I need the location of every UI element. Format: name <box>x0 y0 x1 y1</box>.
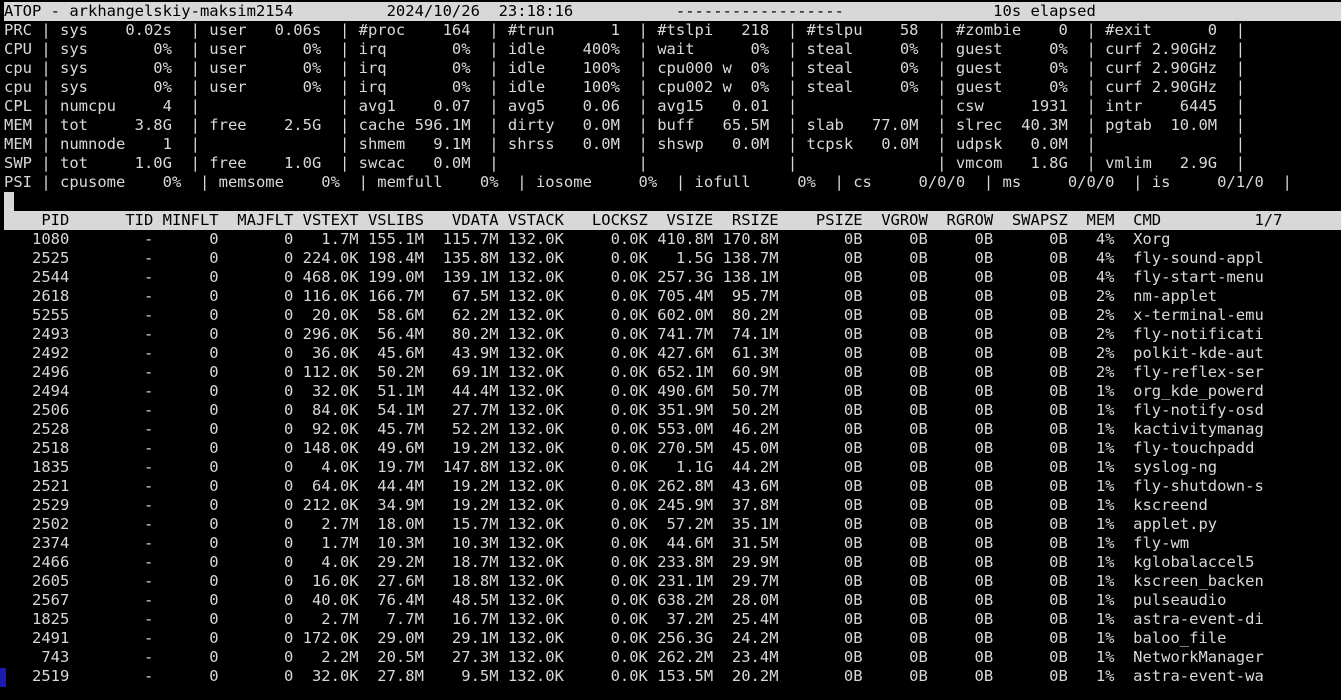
process-row[interactable]: 2493 - 0 0 296.0K 56.4M 80.2M 132.0K 0.0… <box>4 325 1341 344</box>
process-row[interactable]: 1835 - 0 0 4.0K 19.7M 147.8M 132.0K 0.0K… <box>4 458 1341 477</box>
process-row[interactable]: 2528 - 0 0 92.0K 45.7M 52.2M 132.0K 0.0K… <box>4 420 1341 439</box>
process-row[interactable]: 1080 - 0 0 1.7M 155.1M 115.7M 132.0K 0.0… <box>4 230 1341 249</box>
process-row[interactable]: 2466 - 0 0 4.0K 29.2M 18.7M 132.0K 0.0K … <box>4 553 1341 572</box>
process-row[interactable]: 2518 - 0 0 148.0K 49.6M 19.2M 132.0K 0.0… <box>4 439 1341 458</box>
separator-marker <box>4 192 14 211</box>
process-row[interactable]: 2496 - 0 0 112.0K 50.2M 69.1M 132.0K 0.0… <box>4 363 1341 382</box>
process-row[interactable]: 2492 - 0 0 36.0K 45.6M 43.9M 132.0K 0.0K… <box>4 344 1341 363</box>
process-row[interactable]: 5255 - 0 0 20.0K 58.6M 62.2M 132.0K 0.0K… <box>4 306 1341 325</box>
process-row[interactable]: 2521 - 0 0 64.0K 44.4M 19.2M 132.0K 0.0K… <box>4 477 1341 496</box>
system-stat-line: cpu | sys 0% | user 0% | irq 0% | idle 1… <box>4 78 1246 96</box>
system-stat-line: MEM | numnode 1 | | shmem 9.1M | shrss 0… <box>4 135 1246 153</box>
system-stat-line: PSI | cpusome 0% | memsome 0% | memfull … <box>4 173 1292 191</box>
process-row[interactable]: 2605 - 0 0 16.0K 27.6M 18.8M 132.0K 0.0K… <box>4 572 1341 591</box>
terminal-cursor <box>0 668 6 687</box>
system-stat-line: MEM | tot 3.8G | free 2.5G | cache 596.1… <box>4 116 1246 134</box>
system-stat-line: cpu | sys 0% | user 0% | irq 0% | idle 1… <box>4 59 1246 77</box>
atop-terminal-screen[interactable]: ATOP - arkhangelskiy-maksim2154 2024/10/… <box>4 2 1341 686</box>
process-row[interactable]: 2567 - 0 0 40.0K 76.4M 48.5M 132.0K 0.0K… <box>4 591 1341 610</box>
process-table-header: PID TID MINFLT MAJFLT VSTEXT VSLIBS VDAT… <box>4 211 1341 230</box>
process-row[interactable]: 2618 - 0 0 116.0K 166.7M 67.5M 132.0K 0.… <box>4 287 1341 306</box>
system-stat-line: CPL | numcpu 4 | | avg1 0.07 | avg5 0.06… <box>4 97 1246 115</box>
system-stat-line: CPU | sys 0% | user 0% | irq 0% | idle 4… <box>4 40 1246 58</box>
separator-row <box>4 192 1341 211</box>
process-row[interactable]: 2544 - 0 0 468.0K 199.0M 139.1M 132.0K 0… <box>4 268 1341 287</box>
atop-title-bar: ATOP - arkhangelskiy-maksim2154 2024/10/… <box>4 2 1341 21</box>
process-row[interactable]: 2519 - 0 0 32.0K 27.8M 9.5M 132.0K 0.0K … <box>4 667 1341 686</box>
process-row[interactable]: 2525 - 0 0 224.0K 198.4M 135.8M 132.0K 0… <box>4 249 1341 268</box>
process-row[interactable]: 2494 - 0 0 32.0K 51.1M 44.4M 132.0K 0.0K… <box>4 382 1341 401</box>
system-stat-line: SWP | tot 1.0G | free 1.0G | swcac 0.0M … <box>4 154 1246 172</box>
system-stat-line: PRC | sys 0.02s | user 0.06s | #proc 164… <box>4 21 1246 39</box>
process-row[interactable]: 1825 - 0 0 2.7M 7.7M 16.7M 132.0K 0.0K 3… <box>4 610 1341 629</box>
process-row[interactable]: 2374 - 0 0 1.7M 10.3M 10.3M 132.0K 0.0K … <box>4 534 1341 553</box>
process-table[interactable]: 1080 - 0 0 1.7M 155.1M 115.7M 132.0K 0.0… <box>4 230 1341 686</box>
process-row[interactable]: 2502 - 0 0 2.7M 18.0M 15.7M 132.0K 0.0K … <box>4 515 1341 534</box>
process-row[interactable]: 2529 - 0 0 212.0K 34.9M 19.2M 132.0K 0.0… <box>4 496 1341 515</box>
process-row[interactable]: 2506 - 0 0 84.0K 54.1M 27.7M 132.0K 0.0K… <box>4 401 1341 420</box>
process-row[interactable]: 743 - 0 0 2.2M 20.5M 27.3M 132.0K 0.0K 2… <box>4 648 1341 667</box>
system-stats-panel: PRC | sys 0.02s | user 0.06s | #proc 164… <box>4 21 1341 192</box>
process-row[interactable]: 2491 - 0 0 172.0K 29.0M 29.1M 132.0K 0.0… <box>4 629 1341 648</box>
